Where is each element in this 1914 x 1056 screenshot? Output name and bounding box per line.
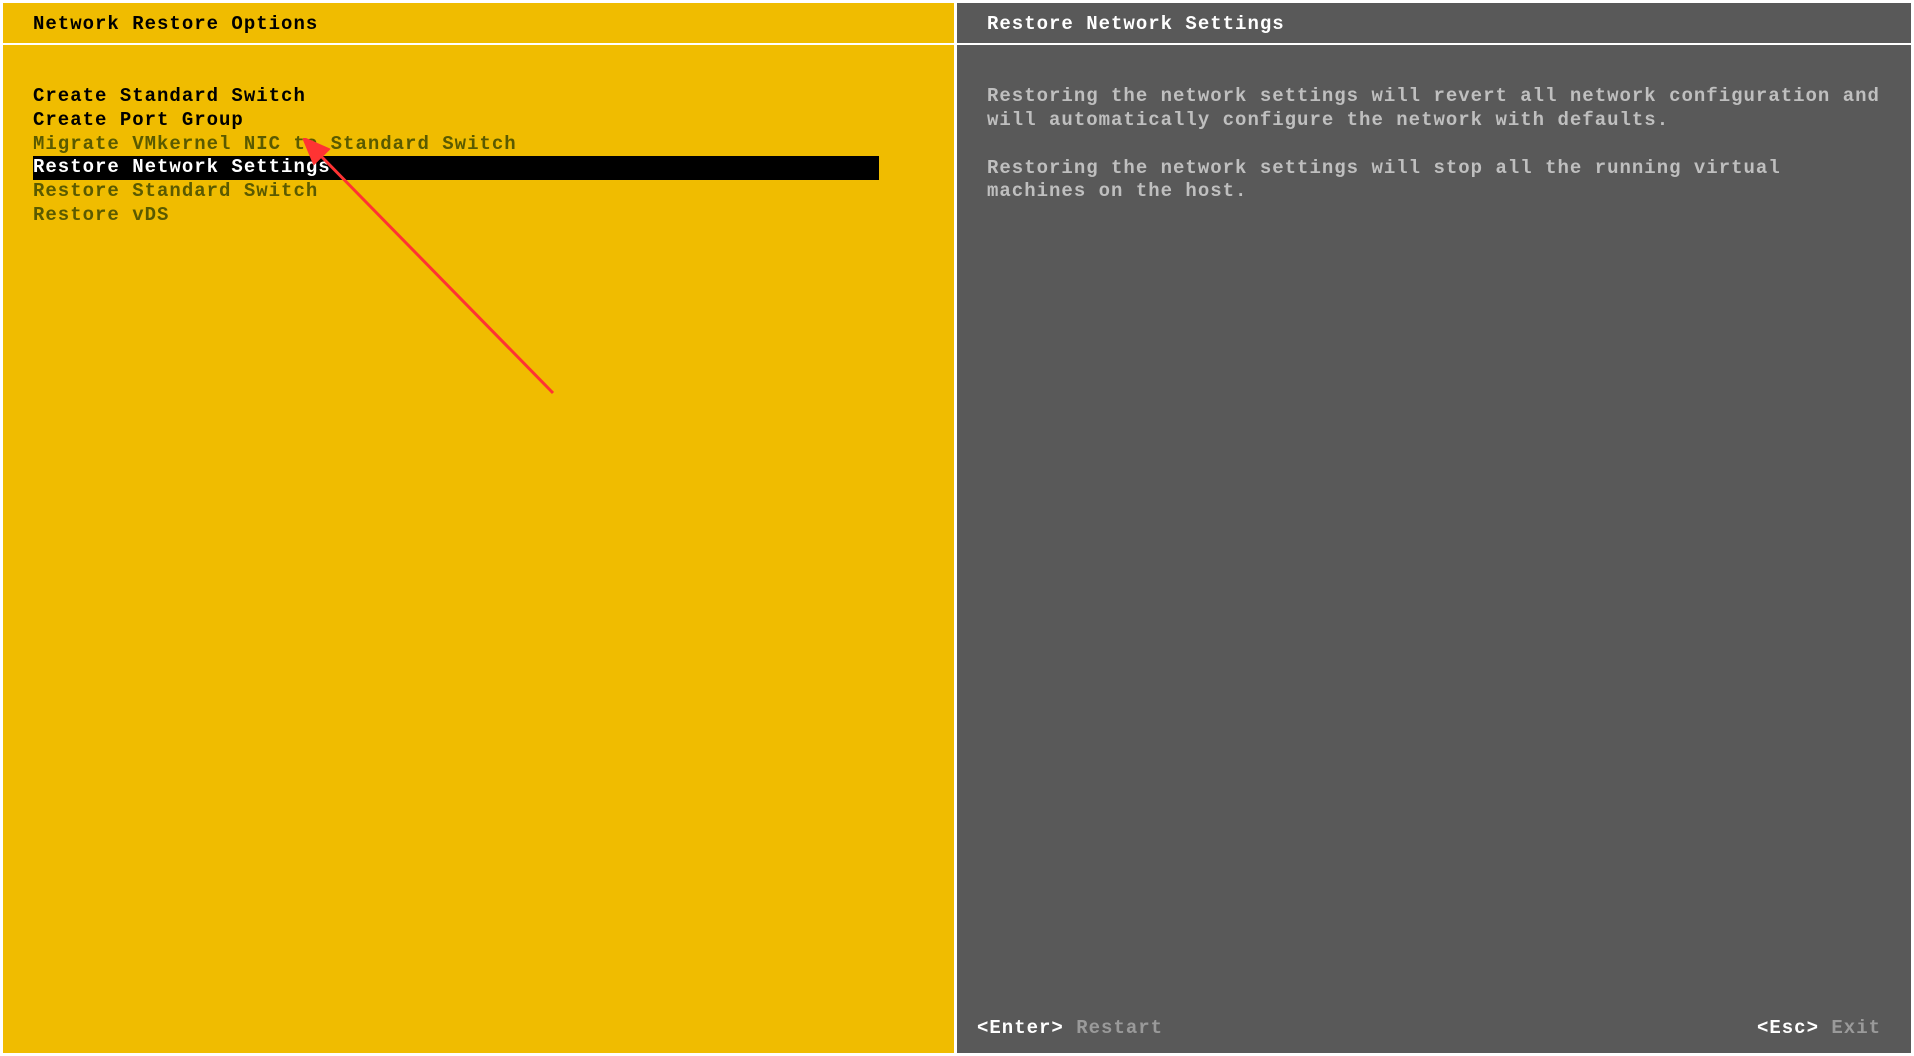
hint-action-restart: Restart — [1076, 1017, 1163, 1039]
menu-item-create-port-group[interactable]: Create Port Group — [33, 109, 924, 133]
description-paragraph-2: Restoring the network settings will stop… — [987, 157, 1881, 205]
hint-action-exit: Exit — [1831, 1017, 1881, 1039]
left-panel: Network Restore Options Create Standard … — [0, 0, 957, 1056]
description-content: Restoring the network settings will reve… — [957, 45, 1911, 1007]
footer-hints: <Enter> Restart <Esc> Exit — [957, 1007, 1911, 1053]
footer-hint-enter: <Enter> Restart — [977, 1017, 1163, 1039]
description-paragraph-1: Restoring the network settings will reve… — [987, 85, 1881, 133]
annotation-arrow-icon — [303, 138, 603, 438]
hint-key-esc: <Esc> — [1757, 1017, 1819, 1039]
right-panel: Restore Network Settings Restoring the n… — [957, 0, 1914, 1056]
right-panel-title: Restore Network Settings — [957, 3, 1911, 45]
footer-hint-esc: <Esc> Exit — [1757, 1017, 1881, 1039]
left-panel-title: Network Restore Options — [3, 3, 954, 45]
menu-item-create-standard-switch[interactable]: Create Standard Switch — [33, 85, 924, 109]
hint-key-enter: <Enter> — [977, 1017, 1064, 1039]
